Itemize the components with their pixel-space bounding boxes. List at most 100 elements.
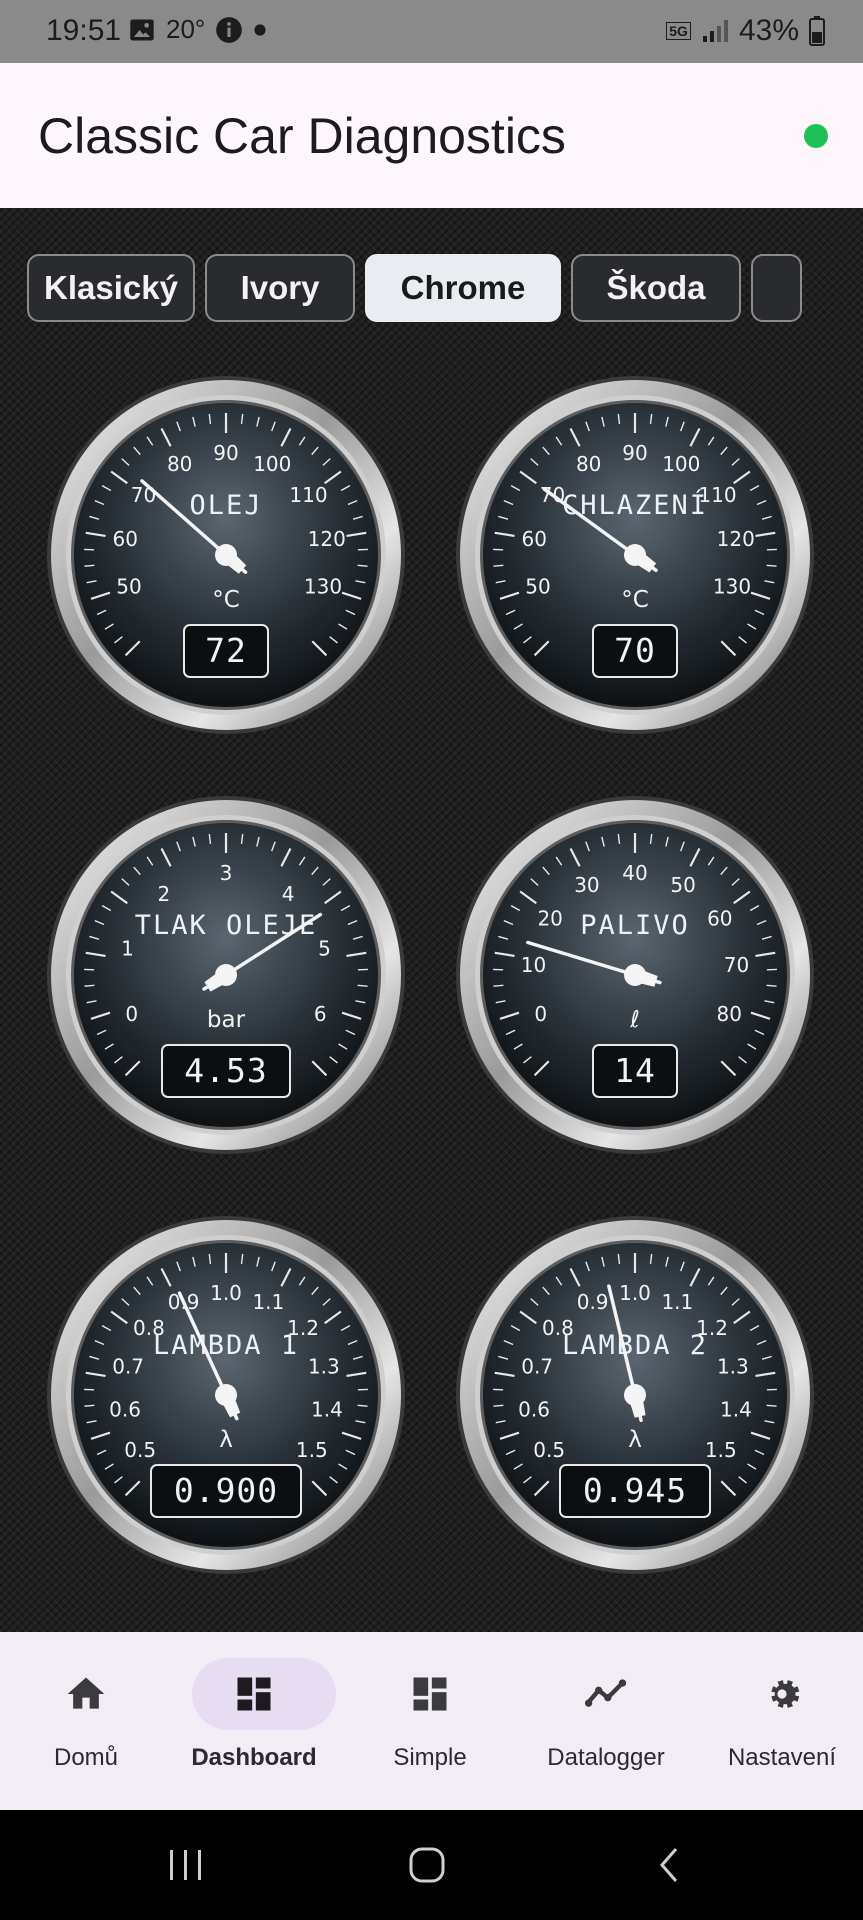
recents-icon[interactable]	[166, 1848, 206, 1882]
gauge-tick-label: 1.4	[720, 1398, 752, 1422]
gauge-readout: 70	[614, 631, 656, 670]
nav-label: Datalogger	[547, 1744, 665, 1771]
dashboard-icon	[237, 1677, 271, 1711]
gauge-tick-label: 10	[521, 953, 546, 977]
gauge-tick-label: 110	[289, 483, 327, 507]
gauge-tick-label: 90	[622, 441, 647, 465]
gauge-tick-label: 1.3	[717, 1354, 749, 1378]
gauge-needle-hub	[624, 964, 646, 986]
gauge-oil-pressure: 0 1 2 3 4 5 6 TLAK OLEJE bar 4.53	[46, 795, 406, 1155]
nav-item-datalogger[interactable]: Datalogger	[520, 1632, 692, 1810]
gauge-tick-label: 50	[116, 575, 141, 599]
nav-label: Nastavení	[727, 1744, 837, 1771]
tab-skoda[interactable]: Škoda	[571, 254, 741, 322]
tab-more[interactable]	[751, 254, 802, 322]
gauge-readout: 0.945	[583, 1471, 687, 1510]
gauge-tick-label: 0	[125, 1002, 138, 1026]
gauge-tick	[357, 564, 368, 567]
gauge-unit: λ	[219, 1427, 233, 1453]
gauge-tick-label: 1.3	[308, 1354, 340, 1378]
tab-ivory[interactable]: Ivory	[205, 254, 355, 322]
gauge-title: LAMBDA 1	[153, 1330, 299, 1361]
gauge-tick-label: 0.9	[577, 1290, 609, 1314]
gauge-tick	[766, 1404, 777, 1407]
gauge-tick-label: 0.6	[109, 1398, 141, 1422]
home-icon	[67, 1677, 105, 1709]
app-bar: Classic Car Diagnostics	[0, 63, 863, 208]
nav-label: Simple	[393, 1744, 467, 1771]
settings-icon	[771, 1680, 800, 1708]
nav-item-dashboard[interactable]: Dashboard	[168, 1632, 340, 1810]
gauge-coolant-temp: 5060708090100110120130CHLAZENÍ°C70	[455, 375, 815, 735]
gauge-tick-label: 0.6	[518, 1398, 550, 1422]
nav-item-simple[interactable]: Simple	[344, 1632, 516, 1810]
gauge-tick-label: 90	[213, 441, 238, 465]
gauge-lambda-2: 0.5 0.6 0.7 0.8 0.9 1.0 1.1 1.2 1.3 1.4 1.5 LAMBDA …	[455, 1215, 815, 1575]
back-icon[interactable]	[656, 1846, 682, 1884]
gauge-oil-temp: 50 60 70 80 90 100 110 120 130 OLEJ °C 72	[46, 375, 406, 735]
gauge-unit: °C	[212, 587, 240, 613]
gauge-tick-label: 0.5	[533, 1438, 565, 1462]
gauge-tick-label: 1.0	[619, 1281, 651, 1305]
gauge-tick-label: 130	[304, 575, 342, 599]
gauge-tick-label: 60	[522, 527, 547, 551]
gauge-needle-hub	[624, 1384, 646, 1406]
gauge-tick-label: 0.7	[112, 1354, 144, 1378]
gauge-tick-label: 70	[724, 953, 749, 977]
gauge-tick-label: 1.0	[210, 1281, 242, 1305]
gauge-tick-label: 5	[318, 937, 331, 961]
dashboard-panel: Klasický Ivory Chrome Škoda 50 60 70 80 90 10…	[0, 208, 863, 1632]
gauge-needle-hub	[215, 1384, 237, 1406]
gauge-unit: ℓ	[629, 1007, 640, 1033]
gauge-tick	[493, 1404, 504, 1407]
gauge-tick-label: 1.4	[311, 1398, 343, 1422]
gauge-tick-label: 1	[121, 937, 134, 961]
tab-chrome[interactable]: Chrome	[365, 254, 561, 322]
gauge-tick	[84, 984, 95, 987]
gauge-tick-label: 60	[113, 527, 138, 551]
signal-icon	[702, 20, 728, 42]
gauge-tick-label: 80	[167, 452, 192, 476]
gauge-unit: bar	[207, 1007, 246, 1033]
gauge-tick-label: 1.5	[705, 1438, 737, 1462]
gauge-tick	[493, 564, 504, 567]
home-button-icon[interactable]	[408, 1846, 446, 1884]
tab-klasicky[interactable]: Klasický	[27, 254, 195, 322]
app-title: Classic Car Diagnostics	[38, 108, 566, 164]
gauge-tick-label: 30	[574, 873, 599, 897]
gauge-tick-label: 0	[534, 1002, 547, 1026]
gauge-fuel: 0 10 20 30 40 50 60 70 80 PALIVO ℓ 14	[455, 795, 815, 1155]
battery-percent: 43%	[738, 14, 799, 47]
network-type: 5G	[666, 22, 691, 40]
gauge-tick-label: 50	[670, 873, 695, 897]
datalogger-icon	[584, 1679, 627, 1707]
gauge-tick-label: 2	[158, 882, 171, 906]
gauge-tick-label: 20	[537, 906, 562, 930]
gauge-tick-label: 50	[525, 575, 550, 599]
nav-item-nastaveni[interactable]: Nastavení	[696, 1632, 863, 1810]
connection-status-indicator	[804, 124, 828, 148]
info-icon	[216, 16, 243, 43]
gauge-title: TLAK OLEJE	[135, 910, 318, 941]
gauge-needle-hub	[215, 964, 237, 986]
gauge-tick-label: 3	[220, 861, 233, 885]
status-time: 19:51	[46, 14, 122, 47]
gauge-readout: 72	[205, 631, 247, 670]
gauge-tick	[357, 1404, 368, 1407]
simple-icon	[413, 1677, 447, 1711]
nav-item-domu[interactable]: Domů	[0, 1632, 172, 1810]
gauge-tick-label: 100	[253, 452, 291, 476]
gauge-tick	[766, 564, 777, 567]
gauge-unit: °C	[621, 587, 649, 613]
gauge-needle-hub	[215, 544, 237, 566]
gauge-tick-label: 6	[314, 1002, 327, 1026]
gauge-readout: 4.53	[184, 1051, 267, 1090]
gauge-tick	[84, 1404, 95, 1407]
gauge-tick	[493, 984, 504, 987]
gauge-tick-label: 120	[717, 527, 755, 551]
gauge-tick-label: 130	[713, 575, 751, 599]
gauge-lambda-1: 0.50.60.70.80.91.01.11.21.31.41.5LAMBDA …	[46, 1215, 406, 1575]
theme-tabs: Klasický Ivory Chrome Škoda	[27, 254, 802, 322]
gauge-tick	[84, 564, 95, 567]
gauge-tick-label: 1.1	[661, 1290, 693, 1314]
